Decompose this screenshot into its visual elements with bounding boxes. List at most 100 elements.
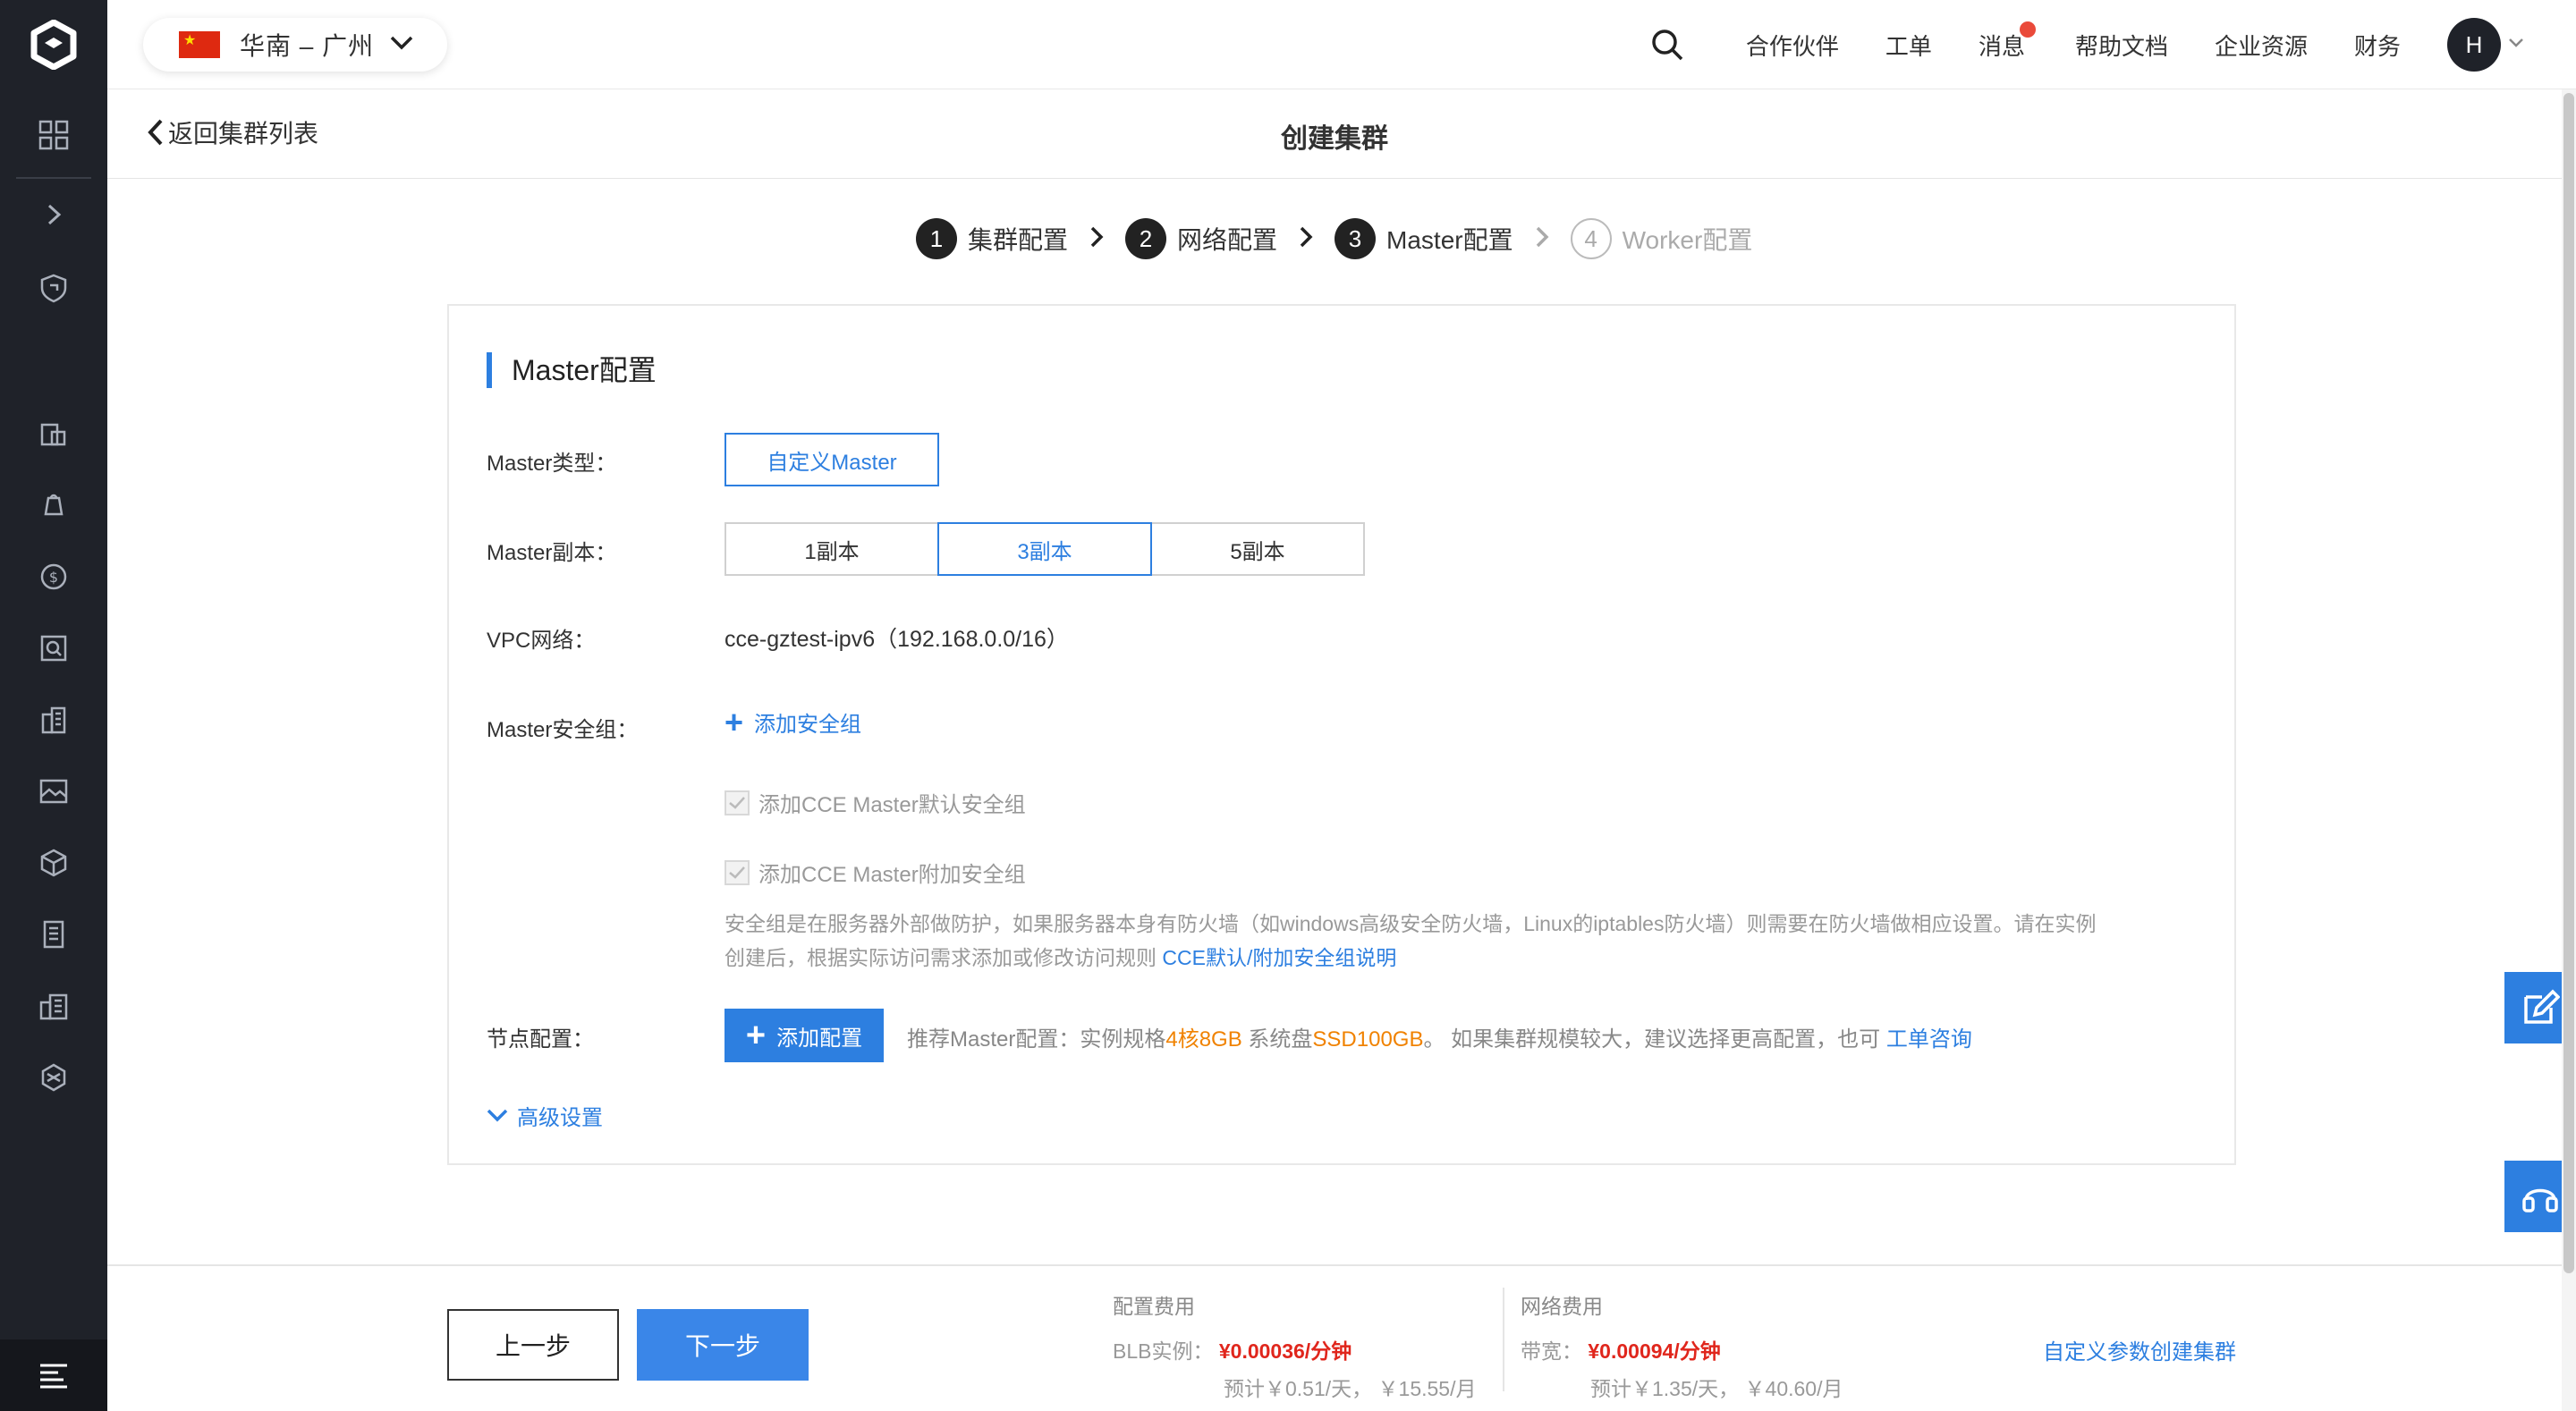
help-line-2-text: 创建后，根据实际访问需求添加或修改访问规则 [724, 946, 1163, 969]
step-label: 网络配置 [1177, 226, 1278, 254]
add-security-group-link[interactable]: + 添加安全组 [724, 706, 861, 738]
default-sg-label: 添加CCE Master默认安全组 [758, 793, 1026, 817]
step-cluster[interactable]: 1 集群配置 [916, 218, 1068, 259]
extra-sg-label: 添加CCE Master附加安全组 [758, 863, 1026, 887]
building-icon[interactable] [34, 700, 73, 739]
master-config-card: Master配置 Master类型： 自定义Master Master副本： 1… [447, 304, 2236, 1165]
extra-sg-checkbox[interactable]: 添加CCE Master附加安全组 [724, 857, 1026, 888]
prev-step-button[interactable]: 上一步 [447, 1309, 619, 1381]
replica-option-3[interactable]: 3副本 [937, 522, 1152, 576]
security-group-help: 安全组是在服务器外部做防护，如果服务器本身有防火墙（如windows高级安全防火… [724, 907, 2191, 975]
storage-icon[interactable] [34, 414, 73, 453]
step-indicator: 1 集群配置 2 网络配置 3 Master配置 4 Worker配置 [916, 216, 1752, 261]
security-group-label: Master安全组： [487, 718, 639, 742]
top-nav: 合作伙伴 工单 消息 帮助文档 企业资源 财务 H [1649, 0, 2524, 89]
notification-dot [2019, 21, 2036, 38]
node-config-label: 节点配置： [487, 1027, 594, 1052]
config-fee-line: BLB实例： ¥0.00036/分钟 [1113, 1334, 1477, 1365]
menu-icon[interactable] [0, 1339, 107, 1411]
help-line-1: 安全组是在服务器外部做防护，如果服务器本身有防火墙（如windows高级安全防火… [724, 912, 2097, 935]
nav-tickets[interactable]: 工单 [1885, 29, 1932, 62]
document-icon[interactable] [34, 915, 73, 954]
advanced-settings-label: 高级设置 [517, 1106, 603, 1130]
region-selector[interactable]: 华南 – 广州 [143, 18, 447, 72]
grid-icon[interactable] [34, 115, 73, 155]
replica-label: Master副本： [487, 541, 617, 565]
rec-suffix: 。 如果集群规模较大，建议选择更高配置，也可 [1423, 1027, 1886, 1052]
chevron-down-icon [487, 1109, 508, 1121]
replica-option-1[interactable]: 1副本 [724, 522, 939, 576]
sidebar-divider [16, 177, 91, 179]
monitor-icon[interactable] [34, 629, 73, 668]
step-number: 2 [1125, 218, 1167, 259]
network-fee-title: 网络费用 [1521, 1295, 1603, 1318]
china-flag-icon [179, 31, 220, 58]
bottom-action-bar: 上一步 下一步 配置费用 BLB实例： ¥0.00036/分钟 预计￥0.51/… [107, 1264, 2562, 1411]
chevron-right-icon [1535, 225, 1549, 253]
ticket-consult-link[interactable]: 工单咨询 [1886, 1027, 1972, 1052]
billing-icon[interactable]: $ [34, 557, 73, 596]
step-label: 集群配置 [968, 226, 1069, 254]
network-fee: 网络费用 带宽： ¥0.00094/分钟 预计￥1.35/天， ￥40.60/月 [1521, 1289, 1843, 1402]
avatar[interactable]: H [2447, 18, 2501, 72]
step-label: Master配置 [1386, 226, 1513, 254]
page-scrollbar-thumb[interactable] [2563, 93, 2574, 1273]
nav-partners[interactable]: 合作伙伴 [1746, 29, 1839, 62]
master-type-label: Master类型： [487, 452, 617, 476]
step-number: 4 [1570, 218, 1612, 259]
config-fee-label: BLB实例： [1113, 1339, 1214, 1363]
shield-icon[interactable] [34, 268, 73, 308]
next-step-button[interactable]: 下一步 [637, 1309, 809, 1381]
recommendation-text: 推荐Master配置：实例规格4核8GB 系统盘SSD100GB。 如果集群规模… [907, 1021, 1972, 1052]
left-sidebar: $ [0, 0, 107, 1411]
edit-icon [2524, 989, 2560, 1024]
chevron-right-icon [1299, 225, 1313, 253]
nav-messages[interactable]: 消息 [1978, 21, 2036, 62]
network-fee-label: 带宽： [1521, 1339, 1582, 1363]
master-type-custom-option[interactable]: 自定义Master [724, 433, 939, 486]
nav-enterprise[interactable]: 企业资源 [2215, 29, 2308, 62]
step-number: 3 [1335, 218, 1377, 259]
add-security-group-label: 添加安全组 [754, 713, 862, 737]
network-fee-line: 带宽： ¥0.00094/分钟 [1521, 1334, 1843, 1365]
default-sg-checkbox[interactable]: 添加CCE Master默认安全组 [724, 787, 1026, 818]
expand-icon[interactable] [34, 195, 73, 234]
step-number: 1 [916, 218, 957, 259]
sg-doc-link[interactable]: CCE默认/附加安全组说明 [1162, 946, 1396, 969]
package-icon[interactable] [34, 843, 73, 883]
hexagon-icon[interactable] [34, 1058, 73, 1097]
help-line-2: 创建后，根据实际访问需求添加或修改访问规则 CCE默认/附加安全组说明 [724, 941, 2191, 975]
logo-icon[interactable] [0, 0, 107, 89]
top-header: 华南 – 广州 合作伙伴 工单 消息 帮助文档 企业资源 财务 H [107, 0, 2576, 89]
nav-finance[interactable]: 财务 [2354, 29, 2401, 62]
chevron-down-icon [390, 36, 413, 55]
image-icon[interactable] [34, 772, 73, 811]
search-icon[interactable] [1649, 27, 1685, 63]
add-config-label: 添加配置 [776, 1026, 863, 1051]
avatar-chevron-icon[interactable] [2508, 37, 2524, 53]
bell-icon[interactable] [34, 486, 73, 525]
replica-option-5[interactable]: 5副本 [1150, 522, 1365, 576]
step-worker: 4 Worker配置 [1570, 218, 1753, 259]
add-config-button[interactable]: + 添加配置 [724, 1009, 884, 1062]
enterprise-icon[interactable] [34, 986, 73, 1026]
page-title: 创建集群 [1281, 124, 1388, 154]
nav-docs[interactable]: 帮助文档 [2075, 29, 2168, 62]
region-label: 华南 – 广州 [240, 32, 375, 60]
step-master[interactable]: 3 Master配置 [1335, 218, 1513, 259]
custom-create-link[interactable]: 自定义参数创建集群 [2043, 1334, 2236, 1365]
step-label: Worker配置 [1622, 226, 1753, 254]
advanced-settings-toggle[interactable]: 高级设置 [487, 1100, 603, 1131]
rec-prefix: 推荐Master配置：实例规格 [907, 1027, 1166, 1052]
section-title: Master配置 [487, 352, 657, 388]
config-fee-price: ¥0.00036/分钟 [1218, 1339, 1352, 1363]
chevron-right-icon [1089, 225, 1104, 253]
plus-icon: + [724, 703, 744, 740]
headset-icon [2522, 1188, 2558, 1212]
vpc-label: VPC网络： [487, 629, 596, 653]
rec-spec: 4核8GB [1165, 1027, 1242, 1052]
svg-text:$: $ [49, 569, 58, 586]
nav-messages-label: 消息 [1978, 32, 2025, 60]
step-network[interactable]: 2 网络配置 [1125, 218, 1277, 259]
check-icon [724, 790, 750, 815]
